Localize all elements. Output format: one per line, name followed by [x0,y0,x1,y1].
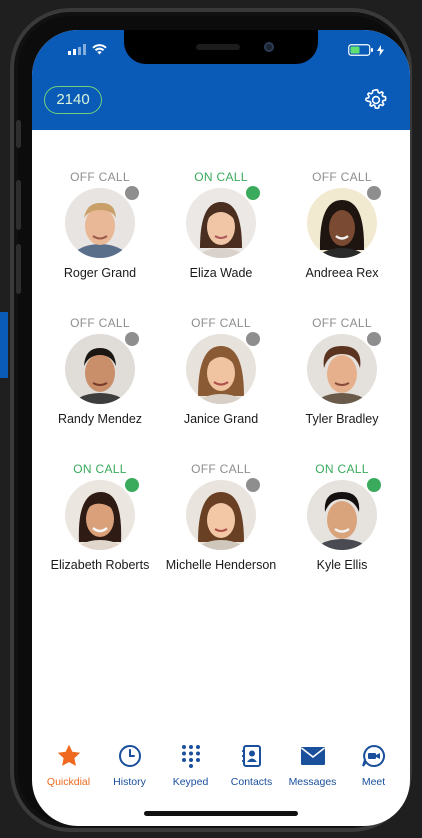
phone-frame: 2140 OFF CALL Roger Grand ON CALL Eliza … [10,8,412,832]
contact-card[interactable]: OFF CALL Randy Mendez [38,316,162,427]
presence-indicator [125,186,139,200]
avatar [186,334,256,426]
call-status-label: ON CALL [194,170,248,184]
avatar [65,188,135,280]
presence-indicator [125,478,139,492]
speaker-grille [196,44,240,50]
tab-label: Contacts [230,776,273,788]
tab-label: Keyped [172,776,209,788]
background-blue-strip [0,312,8,378]
call-status-label: OFF CALL [312,170,372,184]
call-status-label: ON CALL [315,462,369,476]
tab-label: Quickdial [46,776,91,788]
presence-indicator [367,478,381,492]
contact-card[interactable]: ON CALL Kyle Ellis [280,462,404,573]
envelope-icon [300,747,325,765]
contact-name: Michelle Henderson [165,558,277,572]
app-screen: 2140 OFF CALL Roger Grand ON CALL Eliza … [32,30,410,826]
signal-icon [68,44,86,55]
call-status-label: OFF CALL [312,316,372,330]
avatar [307,334,377,427]
tab-quickdial[interactable]: Quickdial [41,742,97,788]
phone-notch [124,30,318,64]
presence-indicator [246,478,260,492]
bottom-tab-bar: Quickdial History Keyped Contacts Messag… [32,734,410,796]
contacts-icon [241,745,261,767]
star-icon [57,744,80,766]
contact-name: Roger Grand [63,266,137,280]
contact-card[interactable]: ON CALL Eliza Wade [159,170,283,280]
contact-name: Andreea Rex [305,266,379,280]
contact-card[interactable]: ON CALL Elizabeth Roberts [38,462,162,572]
contact-name: Elizabeth Roberts [50,558,150,572]
tab-keypad[interactable]: Keyped [163,742,219,788]
tab-label: Meet [361,776,386,788]
wifi-icon [92,44,107,55]
keypad-icon [181,745,200,768]
tab-meet[interactable]: Meet [346,742,402,788]
contact-name: Janice Grand [183,412,259,426]
status-bar-left [68,44,107,55]
avatar [186,480,256,572]
battery-icon [348,44,373,56]
presence-indicator [125,332,139,346]
presence-indicator [367,186,381,200]
call-status-label: ON CALL [73,462,127,476]
status-bar-right [348,44,384,56]
extension-badge[interactable]: 2140 [44,86,102,114]
call-status-label: OFF CALL [191,316,251,330]
home-indicator[interactable] [144,811,298,816]
charging-bolt-icon [377,44,384,56]
avatar [65,480,135,572]
mute-switch [16,120,21,148]
app-header: 2140 [32,30,410,130]
tab-label: History [113,776,146,788]
tab-messages[interactable]: Messages [285,742,341,788]
call-status-label: OFF CALL [70,316,130,330]
avatar [186,188,256,280]
clock-icon [118,745,141,767]
presence-indicator [367,332,381,346]
contact-card[interactable]: OFF CALL Michelle Henderson [159,462,283,572]
call-status-label: OFF CALL [70,170,130,184]
presence-indicator [246,332,260,346]
gear-icon[interactable] [364,88,388,112]
avatar [65,334,135,427]
contact-card[interactable]: OFF CALL Janice Grand [159,316,283,426]
volume-up-button [16,180,21,230]
avatar [307,188,377,280]
tab-label: Messages [288,776,337,788]
avatar [307,480,377,573]
presence-indicator [246,186,260,200]
contact-name: Randy Mendez [57,412,143,426]
tab-contacts[interactable]: Contacts [224,742,280,788]
front-camera [264,42,274,52]
contact-name: Tyler Bradley [305,412,379,426]
contact-card[interactable]: OFF CALL Roger Grand [38,170,162,280]
tab-history[interactable]: History [102,742,158,788]
video-icon [361,744,385,767]
contact-name: Eliza Wade [189,266,253,280]
contact-name: Kyle Ellis [316,558,368,572]
contact-card[interactable]: OFF CALL Tyler Bradley [280,316,404,427]
call-status-label: OFF CALL [191,462,251,476]
volume-down-button [16,244,21,294]
contact-card[interactable]: OFF CALL Andreea Rex [280,170,404,280]
